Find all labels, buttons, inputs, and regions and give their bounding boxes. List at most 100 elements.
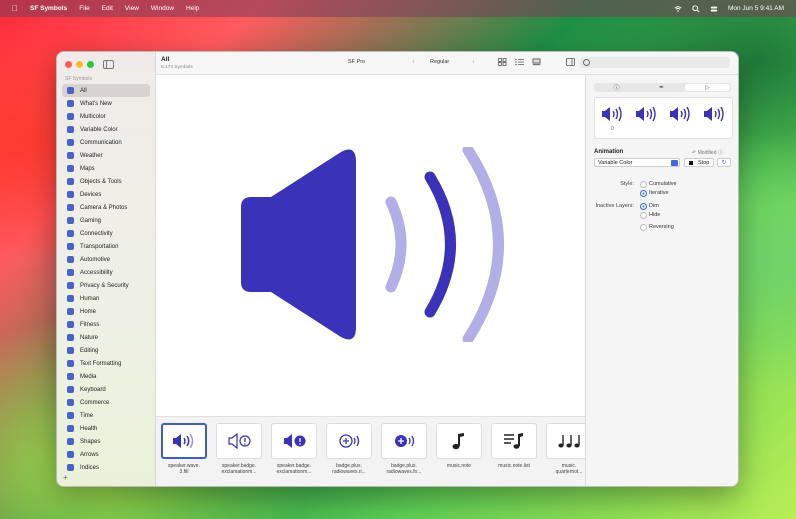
modified-indicator[interactable]: ↶ Modified ⓘ — [692, 149, 723, 156]
leaf-icon — [67, 334, 74, 341]
sidebar-item-label: Maps — [80, 165, 95, 172]
inactive-hide-radio[interactable]: Hide — [640, 212, 660, 219]
house-icon — [67, 308, 74, 315]
variable-color-icon — [67, 126, 74, 133]
menu-help[interactable]: Help — [186, 5, 199, 12]
list-view-icon[interactable] — [515, 58, 524, 66]
add-collection-button[interactable]: + — [63, 473, 68, 482]
command-icon — [67, 386, 74, 393]
sidebar-item-camera-photos[interactable]: Camera & Photos — [62, 201, 150, 214]
sidebar-item-gaming[interactable]: Gaming — [62, 214, 150, 227]
lock-icon — [67, 282, 74, 289]
animation-select[interactable]: Variable Color — [594, 158, 680, 167]
sidebar-item-communication[interactable]: Communication — [62, 136, 150, 149]
sidebar-item-fitness[interactable]: Fitness — [62, 318, 150, 331]
sidebar-item-commerce[interactable]: Commerce — [62, 396, 150, 409]
symbol-tile[interactable]: badge.plus. radiowaves.fo... — [381, 423, 427, 475]
sidebar-item-weather[interactable]: Weather — [62, 149, 150, 162]
sidebar-item-health[interactable]: Health — [62, 422, 150, 435]
sidebar-item-variable-color[interactable]: Variable Color — [62, 123, 150, 136]
speaker-wave-3-fill-icon — [704, 106, 724, 122]
symbol-tile-box — [381, 423, 427, 459]
search-input[interactable] — [580, 57, 730, 68]
inactive-layers-label: Inactive Layers: — [595, 203, 634, 209]
menu-view[interactable]: View — [125, 5, 139, 12]
sidebar-item-keyboard[interactable]: Keyboard — [62, 383, 150, 396]
repeat-button[interactable]: ↻ — [717, 158, 731, 167]
sidebar-item-objects-tools[interactable]: Objects & Tools — [62, 175, 150, 188]
indices-icon — [67, 464, 74, 471]
app-window: SF Symbols All What's New Multicolor Var… — [56, 51, 739, 487]
help-icon[interactable]: ⓘ — [718, 150, 723, 156]
grid-view-icon[interactable] — [498, 58, 507, 66]
stop-label: Stop — [698, 160, 710, 166]
sidebar-item-devices[interactable]: Devices — [62, 188, 150, 201]
app-menu[interactable]: SF Symbols — [30, 5, 67, 12]
sidebar-item-label: Indices — [80, 464, 100, 471]
sidebar-item-automotive[interactable]: Automotive — [62, 253, 150, 266]
zoom-button[interactable] — [87, 61, 94, 68]
menu-file[interactable]: File — [79, 5, 89, 12]
textformat-icon — [67, 360, 74, 367]
sidebar-toggle-icon[interactable] — [103, 60, 114, 69]
sidebar-item-indices[interactable]: Indices — [62, 461, 150, 474]
sidebar-item-multicolor[interactable]: Multicolor — [62, 110, 150, 123]
symbol-tile[interactable]: music.note.list — [491, 423, 537, 469]
search-icon[interactable] — [692, 4, 700, 13]
weight-select[interactable]: Regular ↕ — [430, 59, 478, 65]
speaker-badge-exclamationmark-fill-icon — [284, 434, 306, 448]
folder-icon — [67, 178, 74, 185]
sidebar-item-time[interactable]: Time — [62, 409, 150, 422]
symbol-tile-box — [491, 423, 537, 459]
symbol-count: 5,173 Symbols — [161, 65, 193, 70]
menu-window[interactable]: Window — [151, 5, 174, 12]
symbol-tile[interactable]: speaker.badge. exclamationm... — [216, 423, 262, 475]
sidebar-item-connectivity[interactable]: Connectivity — [62, 227, 150, 240]
reversing-checkbox[interactable]: Reversing — [640, 224, 674, 231]
sidebar-item-label: Time — [80, 412, 94, 419]
style-cumulative-radio[interactable]: Cumulative — [640, 181, 677, 188]
minimize-button[interactable] — [76, 61, 83, 68]
sidebar-item-text-formatting[interactable]: Text Formatting — [62, 357, 150, 370]
symbol-tile[interactable]: music. quarternot... — [546, 423, 585, 475]
control-center-icon[interactable] — [710, 5, 718, 13]
font-select[interactable]: SF Pro ↕ — [348, 59, 418, 65]
tab-rendering[interactable]: ✒ — [639, 83, 684, 92]
inspector-toggle-icon[interactable] — [566, 58, 575, 66]
sidebar-item-label: Home — [80, 308, 97, 315]
sidebar-item-maps[interactable]: Maps — [62, 162, 150, 175]
symbol-tile[interactable]: speaker.badge. exclamationm... — [271, 423, 317, 475]
person-icon — [67, 295, 74, 302]
sidebar-item-media[interactable]: Media — [62, 370, 150, 383]
menu-edit[interactable]: Edit — [102, 5, 113, 12]
sidebar-item-label: Shapes — [80, 438, 101, 445]
sidebar-item-home[interactable]: Home — [62, 305, 150, 318]
sidebar-item-nature[interactable]: Nature — [62, 331, 150, 344]
sidebar-item-arrows[interactable]: Arrows — [62, 448, 150, 461]
symbol-tile-label: music.note — [446, 463, 472, 469]
wifi-icon[interactable] — [674, 5, 682, 13]
apple-menu-icon[interactable]:  — [12, 4, 18, 13]
symbol-tile[interactable]: music.note — [436, 423, 482, 469]
sidebar-item-accessibility[interactable]: Accessibility — [62, 266, 150, 279]
tab-info[interactable]: ⓘ — [594, 83, 639, 92]
sidebar-item-editing[interactable]: Editing — [62, 344, 150, 357]
sidebar-item-human[interactable]: Human — [62, 292, 150, 305]
inactive-dim-radio[interactable]: Dim — [640, 203, 659, 210]
sidebar-item-shapes[interactable]: Shapes — [62, 435, 150, 448]
tab-animation[interactable]: ▷ — [685, 84, 730, 91]
sidebar-item-all[interactable]: All — [62, 84, 150, 97]
sidebar-item-whats-new[interactable]: What's New — [62, 97, 150, 110]
gallery-view-icon[interactable] — [532, 58, 541, 66]
symbol-tile[interactable]: badge.plus. radiowaves.ri... — [326, 423, 372, 475]
style-iterative-radio[interactable]: Iterative — [640, 190, 669, 197]
sidebar-item-transportation[interactable]: Transportation — [62, 240, 150, 253]
music-quarternote-3-icon — [558, 435, 580, 448]
car-icon — [67, 243, 74, 250]
sidebar-item-privacy-security[interactable]: Privacy & Security — [62, 279, 150, 292]
symbol-tile[interactable]: speaker.wave. 3.fill — [161, 423, 207, 475]
menu-clock[interactable]: Mon Jun 5 9:41 AM — [728, 5, 784, 12]
sidebar-item-label: Weather — [80, 152, 103, 159]
close-button[interactable] — [65, 61, 72, 68]
stop-button[interactable]: Stop — [684, 158, 714, 167]
